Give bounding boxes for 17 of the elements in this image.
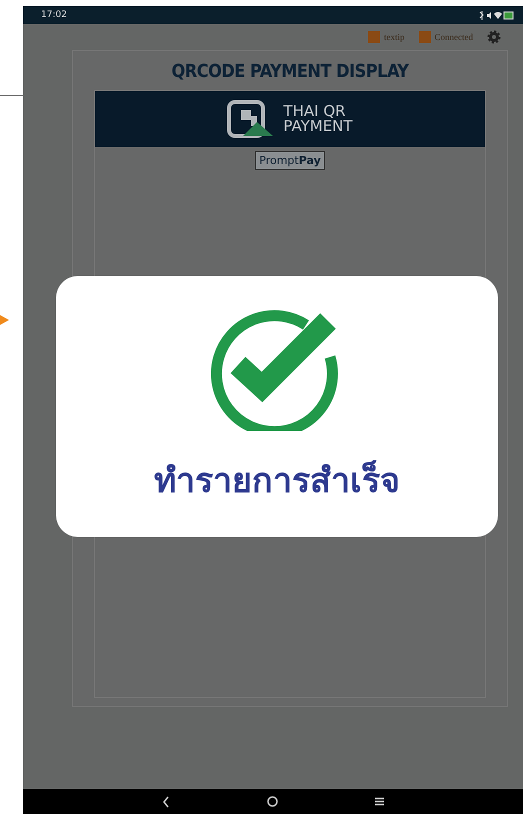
- display-title: QRCODE PAYMENT DISPLAY: [171, 61, 409, 82]
- banner-text: THAI QR: [283, 104, 347, 119]
- qr-logo-icon: [227, 100, 276, 138]
- banner-text: PAYMENT: [283, 119, 353, 134]
- back-icon[interactable]: [162, 796, 170, 808]
- arrowhead-icon: [0, 315, 9, 325]
- settings-icon[interactable]: [487, 30, 501, 44]
- promptpay-logo: PromptPay: [255, 151, 325, 170]
- header-status-label: textip: [368, 31, 404, 43]
- status-square-icon: [368, 31, 380, 43]
- header-status-label: Connected: [418, 31, 473, 43]
- success-message: ทำรายการสำเร็จ: [154, 459, 400, 502]
- menu-icon[interactable]: [375, 797, 384, 806]
- home-icon[interactable]: [266, 796, 278, 807]
- clock-time: 17:02: [41, 10, 67, 20]
- status-icons: [479, 10, 515, 20]
- status-square-icon: [418, 31, 430, 43]
